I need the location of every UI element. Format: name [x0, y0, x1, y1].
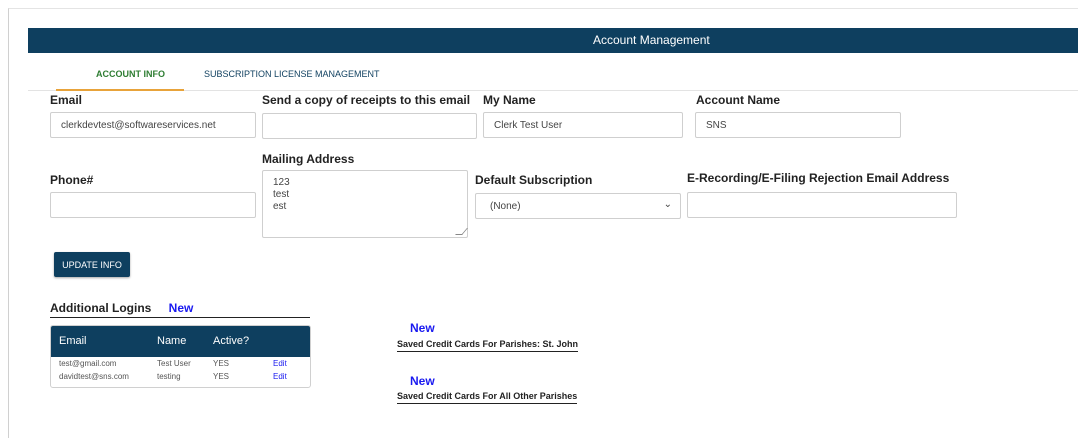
tab-subscription-label: SUBSCRIPTION LICENSE MANAGEMENT	[204, 69, 380, 79]
rejection-email-label: E-Recording/E-Filing Rejection Email Add…	[687, 171, 950, 185]
mailing-address-wrapper: 123 test est	[262, 170, 468, 238]
row-email: test@gmail.com	[59, 359, 117, 368]
credit-cards-other-title: Saved Credit Cards For All Other Parishe…	[397, 391, 578, 404]
row-name: testing	[157, 372, 181, 381]
column-header-name: Name	[157, 335, 187, 347]
column-header-active: Active?	[213, 335, 250, 347]
my-name-label: My Name	[483, 93, 536, 107]
additional-logins-title: Additional Logins	[50, 301, 152, 315]
default-subscription-value: (None)	[490, 201, 521, 212]
rejection-email-field[interactable]	[687, 192, 957, 218]
email-label: Email	[50, 93, 83, 107]
table-header: Email Name Active?	[51, 326, 310, 357]
update-info-button[interactable]: UPDATE INFO	[54, 252, 130, 277]
row-active: YES	[213, 359, 230, 368]
edit-link[interactable]: Edit	[273, 372, 287, 381]
page-header: Account Management	[28, 28, 1078, 53]
credit-cards-st-john-title: Saved Credit Cards For Parishes: St. Joh…	[397, 339, 579, 352]
row-email: davidtest@sns.com	[59, 372, 129, 381]
table-row: test@gmail.com Test User YES Edit	[51, 359, 310, 373]
tab-account-info[interactable]: ACCOUNT INFO	[56, 62, 184, 91]
phone-field[interactable]	[50, 192, 256, 218]
credit-cards-st-john-new-link[interactable]: New	[410, 321, 435, 335]
account-name-label: Account Name	[696, 93, 781, 107]
tab-subscription-license-management[interactable]: SUBSCRIPTION LICENSE MANAGEMENT	[204, 62, 380, 89]
credit-cards-other-new-link[interactable]: New	[410, 374, 435, 388]
row-active: YES	[213, 372, 230, 381]
email-field[interactable]	[50, 112, 256, 138]
tab-account-info-label: ACCOUNT INFO	[96, 69, 165, 79]
account-name-field[interactable]	[695, 112, 901, 138]
default-subscription-select[interactable]: (None) ⌄	[475, 193, 681, 219]
default-subscription-label: Default Subscription	[475, 173, 593, 187]
edit-link[interactable]: Edit	[273, 359, 287, 368]
receipts-email-field[interactable]	[262, 113, 477, 139]
additional-logins-new-link[interactable]: New	[169, 301, 194, 315]
phone-label: Phone#	[50, 173, 94, 187]
page-title: Account Management	[593, 33, 710, 47]
tab-bar: ACCOUNT INFO SUBSCRIPTION LICENSE MANAGE…	[28, 62, 1078, 91]
chevron-down-icon: ⌄	[663, 199, 672, 210]
receipts-email-label: Send a copy of receipts to this email	[262, 93, 471, 107]
additional-logins-header: Additional Logins New	[50, 301, 310, 318]
row-name: Test User	[157, 359, 191, 368]
additional-logins-table: Email Name Active? test@gmail.com Test U…	[50, 325, 311, 388]
my-name-field[interactable]	[483, 112, 683, 138]
mailing-address-field[interactable]: 123 test est	[262, 170, 468, 238]
column-header-email: Email	[59, 335, 87, 347]
table-row: davidtest@sns.com testing YES Edit	[51, 372, 310, 386]
mailing-address-label: Mailing Address	[262, 152, 355, 166]
